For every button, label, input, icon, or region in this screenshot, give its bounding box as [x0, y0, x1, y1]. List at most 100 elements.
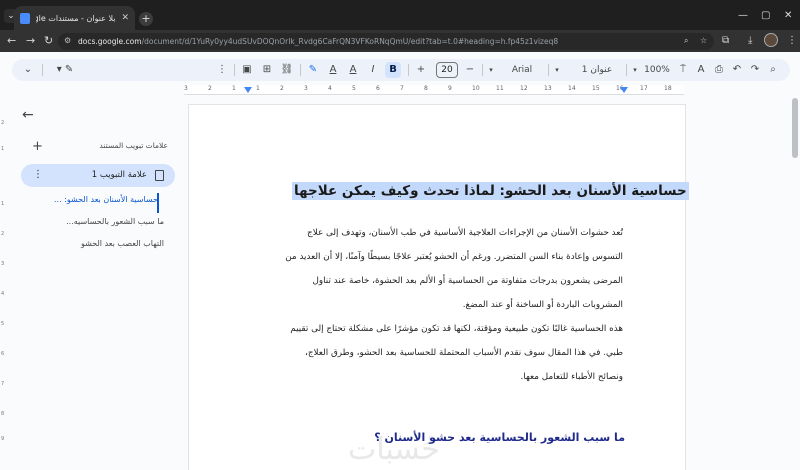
- zoom-dropdown-arrow-icon[interactable]: ▾: [630, 62, 640, 78]
- download-icon[interactable]: ⤓: [748, 35, 752, 46]
- ruler-number: 18: [664, 85, 672, 92]
- editing-mode-pencil-icon[interactable]: ▾ ✎: [52, 62, 78, 78]
- insert-link-icon[interactable]: ⛓: [280, 62, 294, 78]
- back-icon[interactable]: ←: [7, 34, 16, 47]
- vruler-number: 1: [1, 146, 5, 152]
- document-tab-1[interactable]: ⋮ علامة التبويب 1: [21, 164, 175, 187]
- close-window-button[interactable]: ✕: [784, 10, 792, 21]
- reload-icon[interactable]: ↻: [44, 34, 53, 47]
- divider: [234, 64, 235, 76]
- new-tab-button[interactable]: +: [139, 12, 153, 26]
- text-color-button[interactable]: A: [326, 62, 340, 78]
- add-tab-button[interactable]: +: [32, 139, 43, 154]
- paragraph-line[interactable]: تُعد حشوات الأسنان من الإجراءات العلاجية…: [307, 228, 623, 238]
- ruler-number: 14: [568, 85, 576, 92]
- site-info-icon[interactable]: ⚙: [64, 36, 71, 45]
- document-page[interactable]: [189, 105, 685, 470]
- bookmark-star-icon[interactable]: ☆: [700, 36, 707, 45]
- tab-options-icon[interactable]: ⋮: [33, 169, 43, 180]
- maximize-button[interactable]: ▢: [761, 10, 770, 21]
- url-domain: docs.google.com: [78, 37, 142, 46]
- document-subheading[interactable]: ما سبب الشعور بالحساسية بعد حشو الأسنان …: [374, 431, 625, 444]
- right-indent-marker[interactable]: [620, 87, 628, 93]
- ruler-number: 1: [256, 85, 260, 92]
- search-menus-icon[interactable]: ⌕: [766, 62, 780, 78]
- zoom-icon[interactable]: ⌕: [684, 36, 688, 46]
- document-heading[interactable]: حساسية الأسنان بعد الحشو: لماذا تحدث وكي…: [292, 182, 689, 200]
- address-bar-row: ← → ↻ ⚙ docs.google.com/document/d/1YuRy…: [0, 30, 800, 52]
- highlight-color-icon[interactable]: ✎: [306, 62, 320, 78]
- extensions-icon[interactable]: ⧉: [722, 35, 729, 46]
- horizontal-ruler[interactable]: 3 2 1 1 2 3 4 5 6 7 8 9 10 11 12 13 14 15 16 17 18: [0, 84, 800, 96]
- document-tabs-header: علامات تبويب المستند: [99, 141, 168, 150]
- vruler-number: 7: [1, 381, 5, 387]
- outline-item-heading-2[interactable]: ما سبب الشعور بالحساسيه...: [44, 217, 164, 226]
- minimize-button[interactable]: —: [738, 10, 748, 21]
- tab-title: بلا عنوان - مستندات Google: [36, 13, 116, 23]
- divider: [482, 64, 483, 76]
- left-indent-marker[interactable]: [244, 87, 252, 93]
- italic-button[interactable]: I: [366, 62, 380, 78]
- ruler-number: 6: [376, 85, 380, 92]
- more-options-icon[interactable]: ⋮: [216, 62, 228, 78]
- paragraph-line[interactable]: المشروبات الباردة أو الساخنة أو عند المض…: [463, 300, 623, 310]
- url-input[interactable]: ⚙ docs.google.com/document/d/1YuRy0yy4ud…: [58, 33, 714, 50]
- outline-item-heading-1[interactable]: حساسية الأسنان بعد الحشو: ...: [38, 195, 158, 204]
- menu-kebab-icon[interactable]: ⋮: [787, 35, 797, 46]
- browser-tab[interactable]: بلا عنوان - مستندات Google ✕: [14, 6, 135, 30]
- ruler-number: 4: [328, 85, 332, 92]
- paragraph-line[interactable]: ونصائح الأطباء للتعامل معها.: [521, 372, 624, 382]
- font-name-select[interactable]: Arial: [502, 62, 542, 78]
- ruler-number: 2: [208, 85, 212, 92]
- vruler-number: 5: [1, 321, 5, 327]
- collapse-menu-icon[interactable]: ⌄: [22, 62, 34, 78]
- ruler-number: 11: [496, 85, 504, 92]
- tab-close-icon[interactable]: ✕: [121, 13, 129, 23]
- vruler-number: 2: [1, 120, 5, 126]
- print-icon[interactable]: ⎙: [712, 62, 726, 78]
- paragraph-line[interactable]: المرضى يشعرون بدرجات متفاوتة من الحساسية…: [312, 276, 623, 286]
- url-path: /document/d/1YuRy0yy4udSUvDOQnOrIk_Rvdg6…: [141, 37, 559, 46]
- ruler-number: 17: [640, 85, 648, 92]
- ruler-number: 3: [304, 85, 308, 92]
- decrease-font-size-button[interactable]: −: [464, 62, 476, 78]
- bold-button[interactable]: B: [385, 62, 401, 78]
- divider: [626, 64, 627, 76]
- spellcheck-icon[interactable]: A: [694, 62, 708, 78]
- insert-image-icon[interactable]: ▣: [240, 62, 254, 78]
- font-dropdown-arrow-icon[interactable]: ▾: [486, 62, 496, 78]
- zoom-select[interactable]: 100%: [642, 62, 672, 78]
- paint-format-icon[interactable]: ⍑: [676, 62, 690, 78]
- browser-title-bar: ⌄ بلا عنوان - مستندات Google ✕ + — ▢ ✕: [0, 0, 800, 30]
- forward-icon[interactable]: →: [26, 34, 35, 47]
- selected-heading-text[interactable]: حساسية الأسنان بعد الحشو: لماذا تحدث وكي…: [292, 182, 689, 200]
- paragraph-line[interactable]: التسوس وإعادة بناء السن المتضرر. ورغم أن…: [285, 252, 623, 262]
- font-size-input[interactable]: 20: [436, 62, 458, 78]
- ruler-number: 1: [232, 85, 236, 92]
- vertical-scrollbar[interactable]: [792, 98, 798, 158]
- vruler-number: 1: [1, 201, 5, 207]
- vertical-ruler[interactable]: 2 1 1 2 3 4 5 6 7 8 9: [0, 106, 8, 462]
- outline-item-heading-3[interactable]: التهاب العصب بعد الحشو: [44, 239, 164, 248]
- paragraph-line[interactable]: هذه الحساسية غالبًا تكون طبيعية ومؤقتة، …: [290, 324, 623, 334]
- ruler-number: 8: [424, 85, 428, 92]
- ruler-number: 12: [520, 85, 528, 92]
- vruler-number: 2: [1, 231, 5, 237]
- ruler-number: 2: [280, 85, 284, 92]
- vruler-number: 4: [1, 291, 5, 297]
- add-comment-icon[interactable]: ⊞: [260, 62, 274, 78]
- paragraph-line[interactable]: طبي. في هذا المقال سوف نقدم الأسباب المح…: [305, 348, 623, 358]
- style-dropdown-arrow-icon[interactable]: ▾: [552, 62, 562, 78]
- tab-label: علامة التبويب 1: [91, 170, 147, 180]
- vruler-number: 3: [1, 261, 5, 267]
- underline-button[interactable]: A: [346, 62, 360, 78]
- undo-icon[interactable]: ↶: [730, 62, 744, 78]
- paragraph-style-select[interactable]: عنوان 1: [574, 62, 620, 78]
- profile-avatar[interactable]: [764, 33, 778, 47]
- divider: [300, 64, 301, 76]
- close-outline-back-icon[interactable]: ←: [22, 107, 34, 123]
- vruler-number: 8: [1, 411, 5, 417]
- redo-icon[interactable]: ↷: [748, 62, 762, 78]
- divider: [548, 64, 549, 76]
- increase-font-size-button[interactable]: +: [415, 62, 427, 78]
